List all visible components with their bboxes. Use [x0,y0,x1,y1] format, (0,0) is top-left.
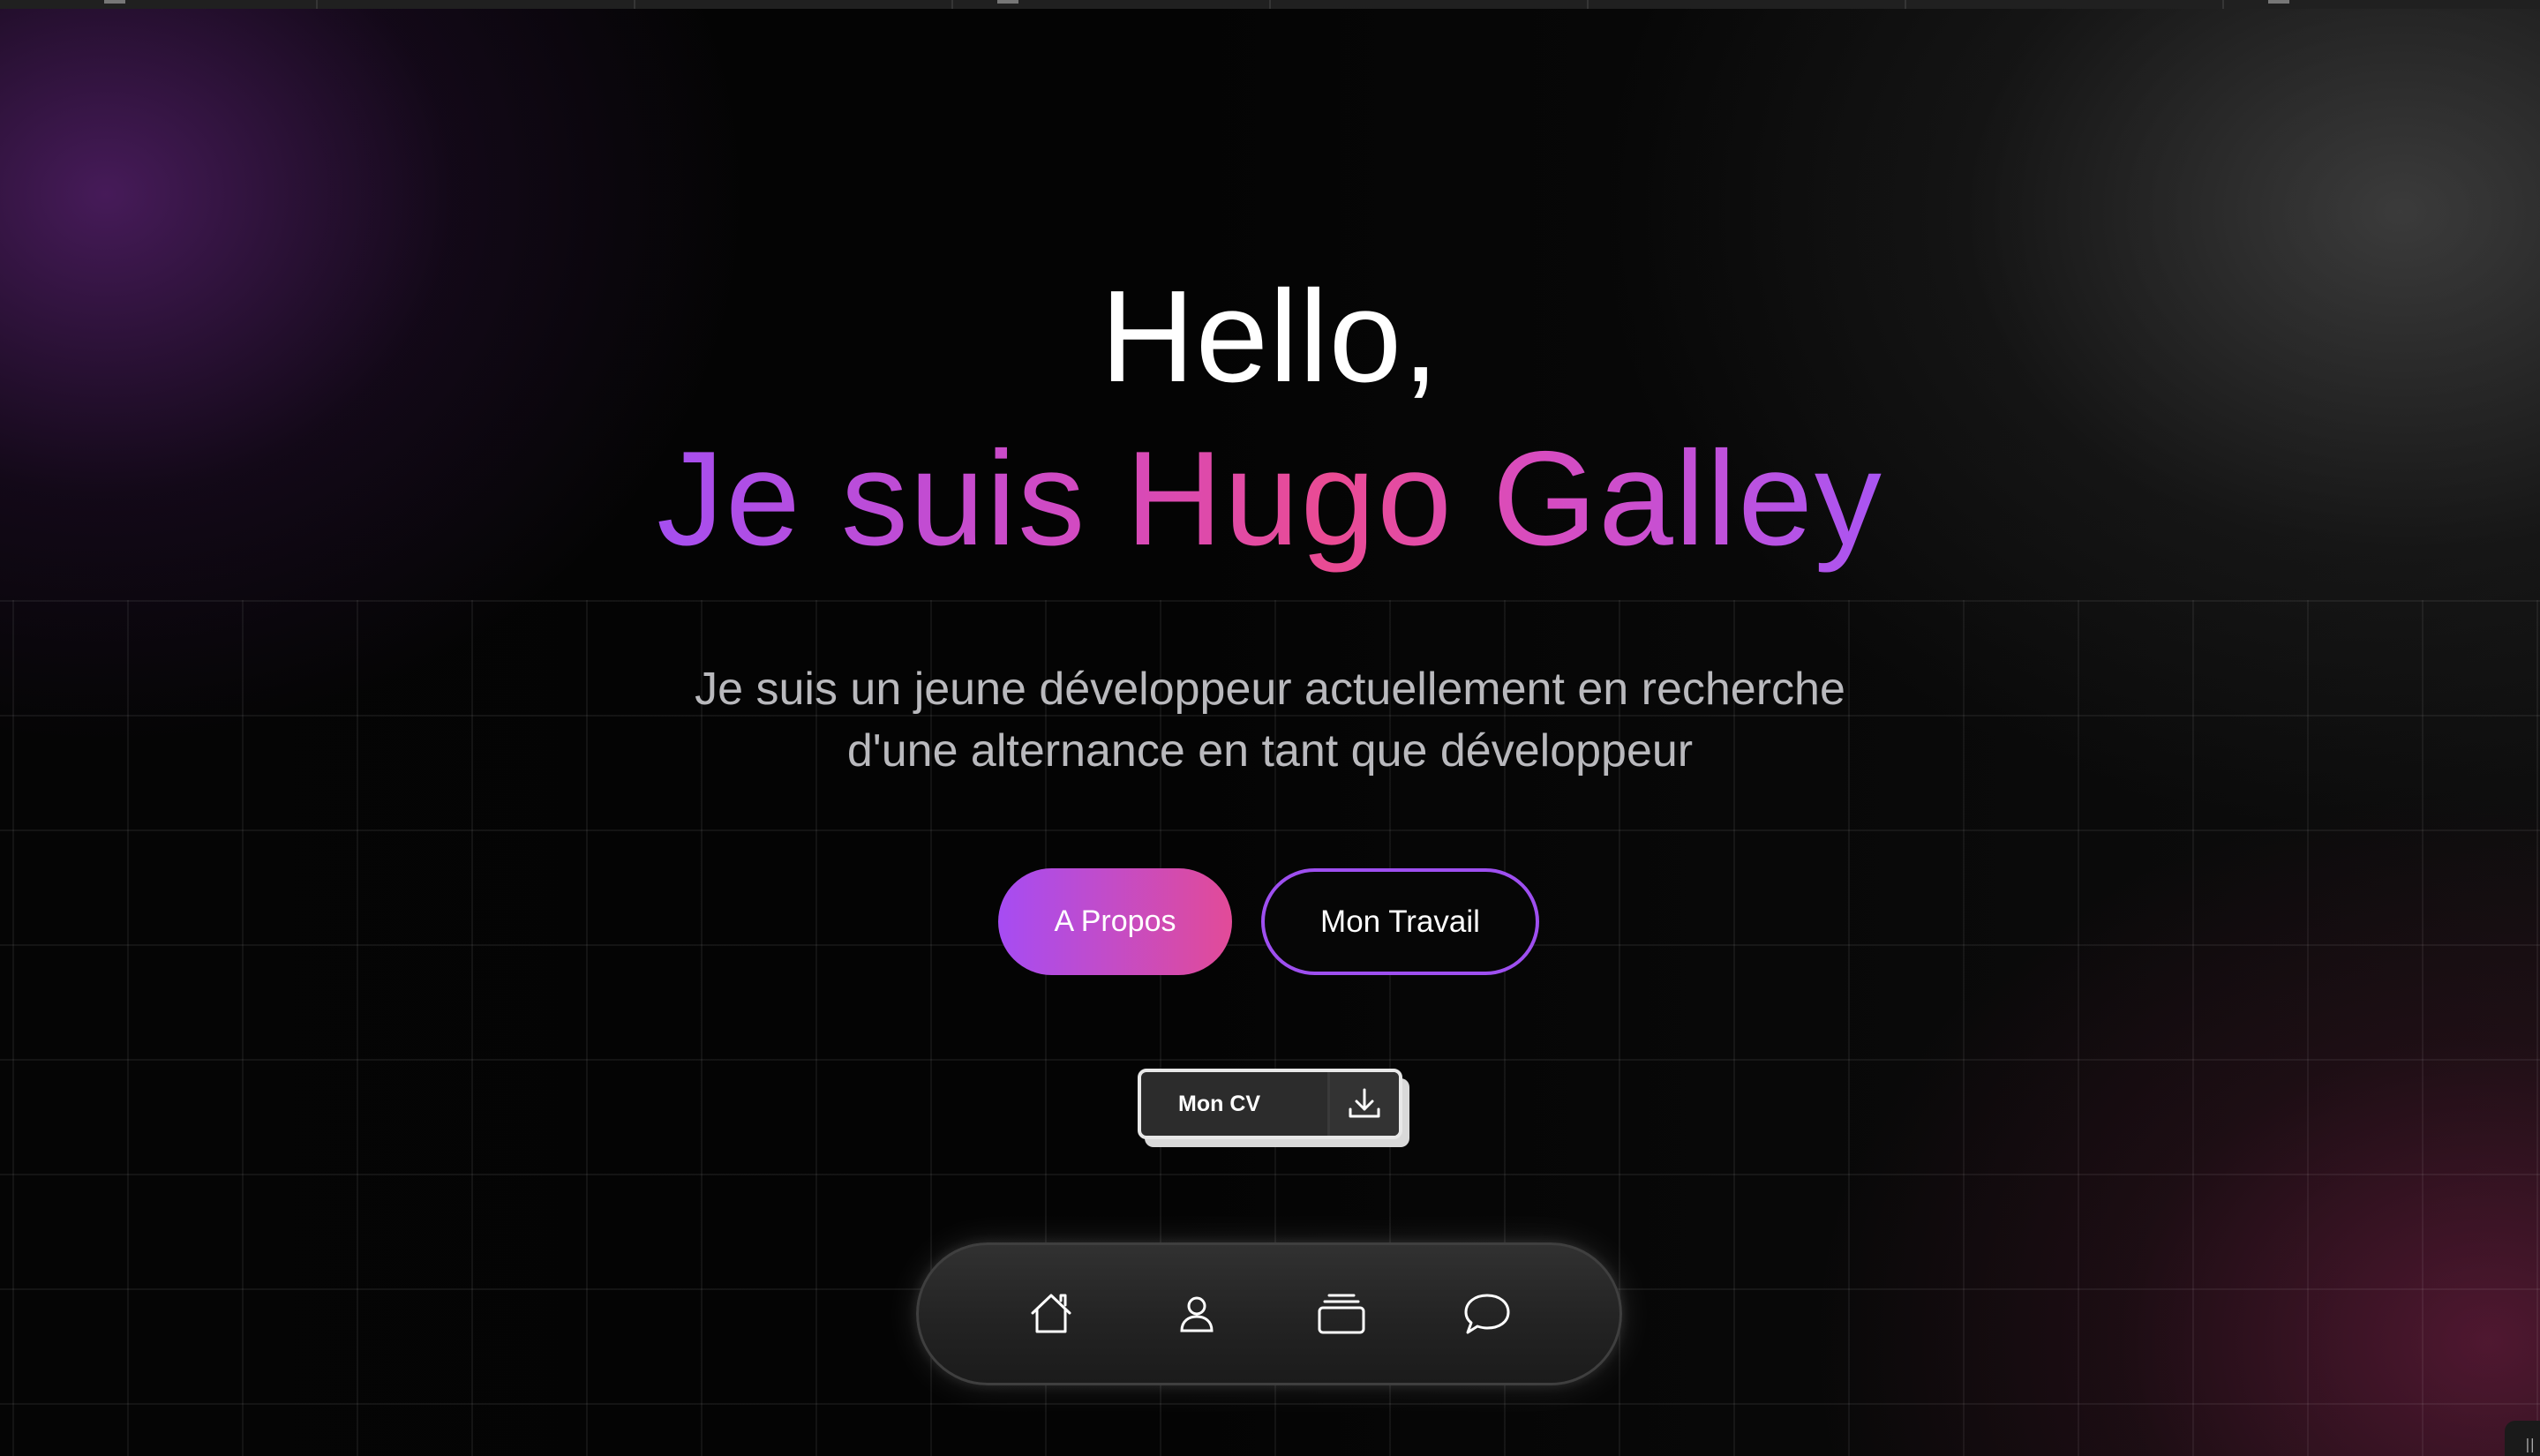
user-icon[interactable] [1166,1283,1228,1345]
cv-button-label: Mon CV [1178,1091,1261,1116]
work-button[interactable]: Mon Travail [1261,868,1539,975]
bottom-dock-nav [916,1242,1622,1385]
cv-download-button[interactable]: Mon CV [1138,1069,1402,1139]
hero-section: Hello, Je suis Hugo Galley Je suis un je… [0,0,2540,1456]
stack-icon[interactable] [1311,1283,1372,1345]
chat-bubble-icon[interactable] [1456,1283,1518,1345]
about-button[interactable]: A Propos [998,868,1232,975]
download-icon [1327,1072,1399,1136]
name-gradient-text: Je suis Hugo Galley [657,424,1883,574]
home-icon[interactable] [1020,1283,1082,1345]
hero-description: Je suis un jeune développeur actuellemen… [0,658,2540,782]
description-line: d'une alternance en tant que développeur [846,725,1694,777]
description-line: Je suis un jeune développeur actuellemen… [695,664,1845,715]
corner-resize-handle[interactable]: || [2505,1421,2540,1456]
name-heading: Je suis Hugo Galley [0,428,2540,570]
greeting-heading: Hello, [1100,264,1440,409]
